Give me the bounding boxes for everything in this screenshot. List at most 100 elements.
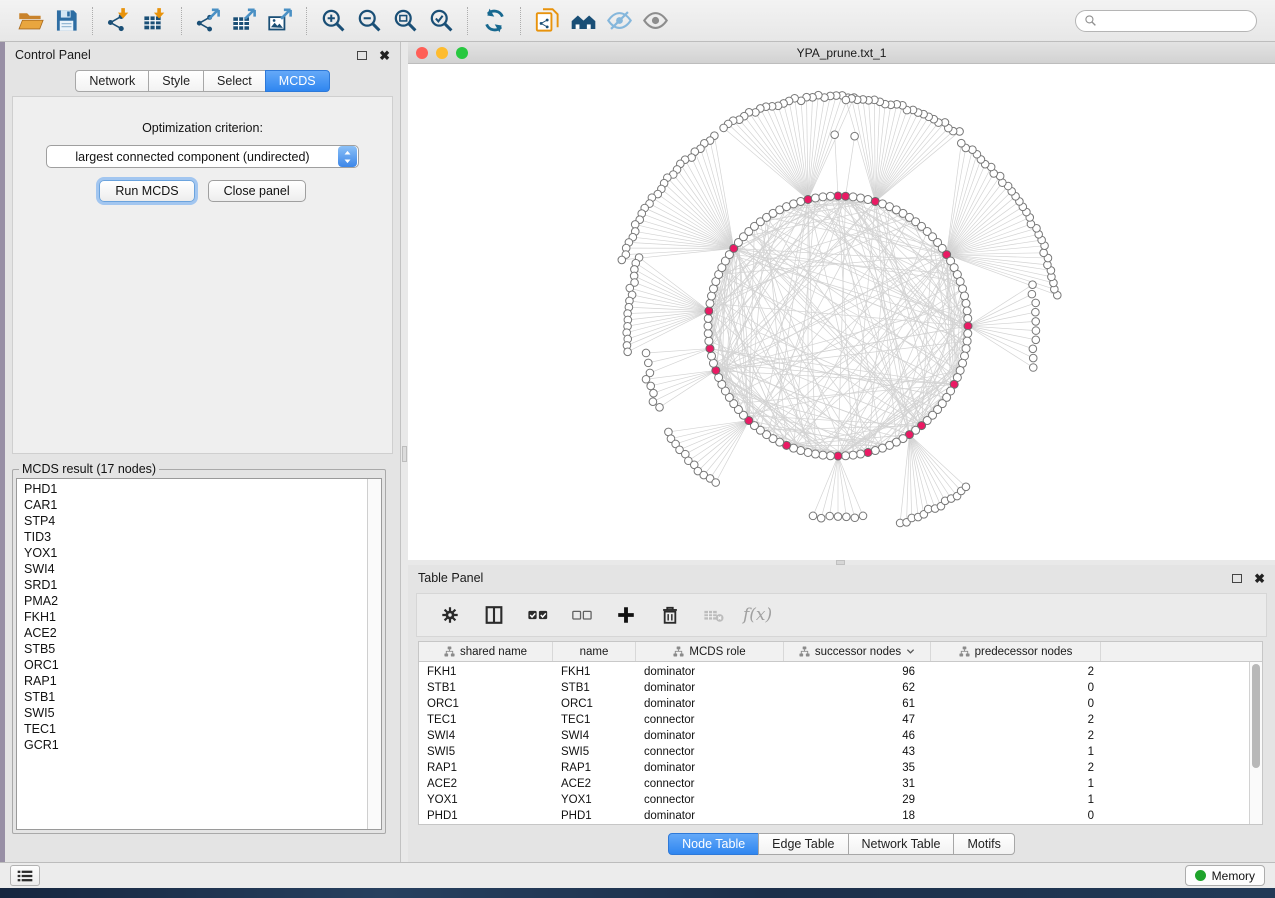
column-type-icon: [959, 646, 970, 657]
toolbar-separator: [181, 7, 182, 35]
mcds-result-item[interactable]: ORC1: [17, 657, 367, 673]
run-mcds-button[interactable]: Run MCDS: [99, 180, 194, 202]
refresh-button[interactable]: [476, 5, 512, 37]
memory-label: Memory: [1212, 869, 1255, 883]
task-history-button[interactable]: [10, 865, 40, 886]
table-cell: 31: [784, 778, 931, 790]
mcds-result-item[interactable]: FKH1: [17, 609, 367, 625]
table-scrollbar[interactable]: [1249, 662, 1262, 824]
table-row[interactable]: STB1STB1dominator620: [419, 680, 1249, 696]
zoom-out-button[interactable]: [351, 5, 387, 37]
hide-selected-button[interactable]: [601, 5, 637, 37]
table-row[interactable]: PHD1PHD1dominator180: [419, 808, 1249, 824]
splitter-grip[interactable]: [402, 446, 407, 462]
export-network-icon: [195, 7, 222, 34]
mcds-result-item[interactable]: STB1: [17, 689, 367, 705]
mcds-result-item[interactable]: PMA2: [17, 593, 367, 609]
criterion-dropdown[interactable]: largest connected component (undirected): [46, 145, 359, 168]
network-graph[interactable]: [408, 64, 1275, 560]
save-button[interactable]: [48, 5, 84, 37]
table-row[interactable]: FKH1FKH1dominator962: [419, 664, 1249, 680]
scrollbar-thumb[interactable]: [1252, 664, 1260, 768]
control-panel: Control Panel ✖ NetworkStyleSelectMCDS O…: [5, 42, 401, 862]
vertical-splitter[interactable]: [401, 42, 408, 862]
column-header-MCDS-role[interactable]: MCDS role: [636, 642, 784, 661]
add-row-button[interactable]: [611, 600, 641, 630]
mcds-result-item[interactable]: CAR1: [17, 497, 367, 513]
tab-motifs[interactable]: Motifs: [953, 833, 1014, 855]
tab-network-table[interactable]: Network Table: [848, 833, 955, 855]
export-table-button[interactable]: [226, 5, 262, 37]
first-neighbors-button[interactable]: [565, 5, 601, 37]
close-panel-button[interactable]: Close panel: [208, 180, 306, 202]
tab-edge-table[interactable]: Edge Table: [758, 833, 848, 855]
close-panel-icon[interactable]: ✖: [1254, 572, 1265, 585]
mcds-result-item[interactable]: YOX1: [17, 545, 367, 561]
mcds-result-item[interactable]: TID3: [17, 529, 367, 545]
import-table-button[interactable]: [137, 5, 173, 37]
export-image-button[interactable]: [262, 5, 298, 37]
import-network-button[interactable]: [101, 5, 137, 37]
show-all-button[interactable]: [637, 5, 673, 37]
column-header-name[interactable]: name: [553, 642, 636, 661]
delete-table-button[interactable]: [699, 600, 729, 630]
toggle-panel-button[interactable]: [479, 600, 509, 630]
table-row[interactable]: TEC1TEC1connector472: [419, 712, 1249, 728]
table-row[interactable]: RAP1RAP1dominator352: [419, 760, 1249, 776]
mcds-result-item[interactable]: SWI5: [17, 705, 367, 721]
search-input[interactable]: [1102, 14, 1248, 28]
hide-selected-icon: [606, 7, 633, 34]
mcds-result-item[interactable]: PHD1: [17, 481, 367, 497]
mcds-result-item[interactable]: SRD1: [17, 577, 367, 593]
memory-button[interactable]: Memory: [1185, 865, 1265, 886]
tab-mcds[interactable]: MCDS: [265, 70, 330, 92]
deselect-all-button[interactable]: [567, 600, 597, 630]
open-button[interactable]: [12, 5, 48, 37]
network-canvas[interactable]: [408, 64, 1275, 560]
zoom-selected-button[interactable]: [423, 5, 459, 37]
column-header-predecessor-nodes[interactable]: predecessor nodes: [931, 642, 1101, 661]
tab-style[interactable]: Style: [148, 70, 204, 92]
table-row[interactable]: SWI5SWI5connector431: [419, 744, 1249, 760]
first-neighbors-icon: [570, 7, 597, 34]
close-panel-icon[interactable]: ✖: [379, 49, 390, 62]
function-builder-button[interactable]: f(x): [743, 605, 772, 625]
float-panel-icon[interactable]: [357, 51, 367, 60]
table-settings-button[interactable]: [435, 600, 465, 630]
export-network-button[interactable]: [190, 5, 226, 37]
table-row[interactable]: ACE2ACE2connector311: [419, 776, 1249, 792]
network-title: YPA_prune.txt_1: [408, 46, 1275, 60]
table-cell: 61: [784, 698, 931, 710]
column-header-shared-name[interactable]: shared name: [419, 642, 553, 661]
table-cell: STB1: [553, 682, 636, 694]
table-cell: connector: [636, 714, 784, 726]
delete-table-icon: [703, 604, 725, 626]
search-box[interactable]: [1075, 10, 1257, 32]
show-all-icon: [642, 7, 669, 34]
tab-select[interactable]: Select: [203, 70, 266, 92]
select-all-button[interactable]: [523, 600, 553, 630]
status-bar: Memory: [0, 862, 1275, 888]
zoom-in-button[interactable]: [315, 5, 351, 37]
deselect-all-icon: [571, 604, 593, 626]
mcds-list-scrollbar[interactable]: [367, 479, 381, 829]
tab-network[interactable]: Network: [75, 70, 149, 92]
table-row[interactable]: YOX1YOX1connector291: [419, 792, 1249, 808]
table-cell: PHD1: [553, 810, 636, 822]
mcds-result-item[interactable]: SWI4: [17, 561, 367, 577]
table-row[interactable]: ORC1ORC1dominator610: [419, 696, 1249, 712]
tab-node-table[interactable]: Node Table: [668, 833, 759, 855]
float-panel-icon[interactable]: [1232, 574, 1242, 583]
delete-row-button[interactable]: [655, 600, 685, 630]
table-row[interactable]: SWI4SWI4dominator462: [419, 728, 1249, 744]
mcds-result-item[interactable]: TEC1: [17, 721, 367, 737]
zoom-fit-button[interactable]: [387, 5, 423, 37]
column-header-successor-nodes[interactable]: successor nodes: [784, 642, 931, 661]
mcds-result-item[interactable]: GCR1: [17, 737, 367, 753]
mcds-result-item[interactable]: STB5: [17, 641, 367, 657]
memory-status-icon: [1195, 870, 1206, 881]
mcds-result-item[interactable]: ACE2: [17, 625, 367, 641]
duplicate-network-button[interactable]: [529, 5, 565, 37]
mcds-result-item[interactable]: STP4: [17, 513, 367, 529]
mcds-result-item[interactable]: RAP1: [17, 673, 367, 689]
